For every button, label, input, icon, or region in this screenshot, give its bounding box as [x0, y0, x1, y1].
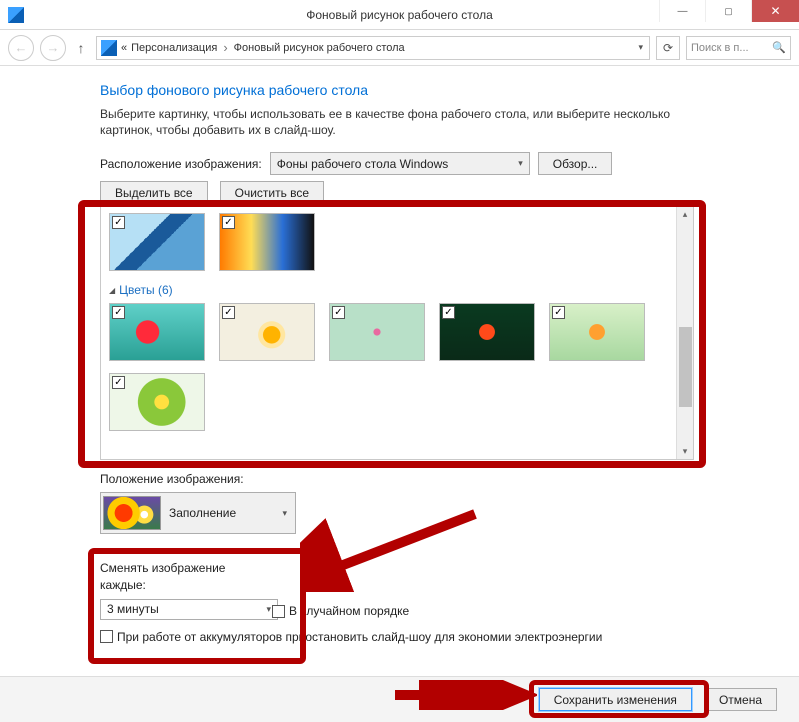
scroll-down-icon[interactable]: ▾ [677, 446, 693, 457]
wallpaper-gallery[interactable]: Цветы (6) ▴ ▾ [100, 206, 694, 460]
annotation-arrow-1 [300, 502, 490, 592]
address-chevrons: « [121, 42, 127, 54]
forward-button[interactable]: → [40, 35, 66, 61]
clear-all-button[interactable]: Очистить все [220, 181, 324, 204]
thumb-checkbox[interactable] [442, 306, 455, 319]
wallpaper-thumb[interactable] [439, 303, 535, 361]
refresh-button[interactable]: ⟳ [656, 36, 680, 60]
annotation-arrow-2 [387, 680, 537, 710]
save-button[interactable]: Сохранить изменения [539, 688, 692, 711]
thumb-checkbox[interactable] [112, 216, 125, 229]
search-input[interactable]: Поиск в п... 🔍 [686, 36, 791, 60]
thumb-checkbox[interactable] [332, 306, 345, 319]
up-button[interactable]: ↑ [72, 40, 90, 56]
select-all-button[interactable]: Выделить все [100, 181, 208, 204]
thumb-checkbox[interactable] [222, 306, 235, 319]
thumb-checkbox[interactable] [112, 306, 125, 319]
battery-pause-label: При работе от аккумуляторов приостановит… [117, 630, 602, 644]
window-title: Фоновый рисунок рабочего стола [0, 8, 799, 22]
cancel-button[interactable]: Отмена [704, 688, 777, 711]
breadcrumb-2[interactable]: Фоновый рисунок рабочего стола [234, 42, 405, 54]
wallpaper-thumb[interactable] [219, 303, 315, 361]
position-combo[interactable]: Заполнение ▾ [100, 492, 296, 534]
breadcrumb-1[interactable]: Персонализация [131, 42, 217, 54]
random-order-checkbox[interactable] [272, 605, 285, 618]
bottom-bar: Сохранить изменения Отмена [0, 676, 799, 722]
position-combo-value: Заполнение [169, 506, 236, 520]
content-area: Выбор фонового рисунка рабочего стола Вы… [0, 66, 799, 652]
thumb-checkbox[interactable] [112, 376, 125, 389]
chevron-down-icon: ▾ [518, 158, 523, 169]
chevron-down-icon: ▾ [266, 604, 271, 615]
group-flowers-label[interactable]: Цветы (6) [109, 283, 685, 297]
address-icon [101, 40, 117, 56]
position-preview-icon [103, 496, 161, 530]
location-combo-value: Фоны рабочего стола Windows [277, 157, 449, 171]
thumb-checkbox[interactable] [222, 216, 235, 229]
random-order-label: В случайном порядке [289, 604, 409, 618]
scroll-up-icon[interactable]: ▴ [677, 209, 693, 220]
thumb-checkbox[interactable] [552, 306, 565, 319]
wallpaper-thumb[interactable] [109, 303, 205, 361]
change-interval-value: 3 минуты [107, 602, 159, 616]
wallpaper-thumb[interactable] [219, 213, 315, 271]
location-combo[interactable]: Фоны рабочего стола Windows ▾ [270, 152, 530, 175]
gallery-scrollbar[interactable]: ▴ ▾ [676, 207, 693, 459]
battery-pause-checkbox[interactable] [100, 630, 113, 643]
change-interval-combo[interactable]: 3 минуты ▾ [100, 599, 278, 620]
location-label: Расположение изображения: [100, 157, 262, 171]
wallpaper-thumb[interactable] [109, 213, 205, 271]
wallpaper-thumb[interactable] [329, 303, 425, 361]
breadcrumb-sep-icon [221, 40, 229, 55]
scroll-thumb[interactable] [679, 327, 692, 407]
search-icon: 🔍 [772, 41, 786, 54]
position-label: Положение изображения: [100, 472, 769, 486]
chevron-down-icon: ▾ [282, 508, 293, 519]
address-dropdown-icon[interactable]: ▾ [638, 42, 645, 53]
wallpaper-thumb[interactable] [109, 373, 205, 431]
title-bar: Фоновый рисунок рабочего стола [0, 0, 799, 30]
address-bar[interactable]: « Персонализация Фоновый рисунок рабочег… [96, 36, 650, 60]
page-description: Выберите картинку, чтобы использовать ее… [100, 106, 690, 138]
wallpaper-thumb[interactable] [549, 303, 645, 361]
browse-button[interactable]: Обзор... [538, 152, 613, 175]
search-placeholder: Поиск в п... [691, 42, 749, 54]
page-heading: Выбор фонового рисунка рабочего стола [100, 82, 769, 98]
back-button[interactable]: ← [8, 35, 34, 61]
nav-bar: ← → ↑ « Персонализация Фоновый рисунок р… [0, 30, 799, 66]
change-interval-label: Сменять изображение каждые: [100, 560, 270, 592]
